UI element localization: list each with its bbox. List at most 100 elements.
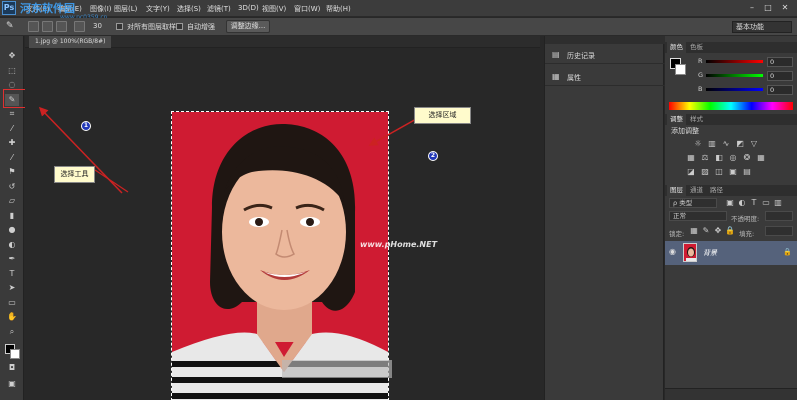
eraser-tool-icon[interactable]: ▱ (5, 195, 19, 207)
lock-transparency-icon[interactable]: ▦ (689, 226, 699, 236)
menu-window[interactable]: 窗口(W) (294, 4, 320, 14)
visibility-eye-icon[interactable]: ◉ (669, 247, 676, 256)
tab-layers[interactable]: 图层 (667, 185, 686, 196)
photo-watermark: www.pHome.NET (360, 240, 438, 249)
b-slider[interactable] (706, 88, 763, 91)
r-value-input[interactable]: 0 (767, 57, 793, 67)
menu-help[interactable]: 帮助(H) (326, 4, 351, 14)
color-balance-icon[interactable]: ⚖ (700, 153, 710, 163)
curves-icon[interactable]: ∿ (721, 139, 731, 149)
pen-tool-icon[interactable]: ✒ (5, 253, 19, 265)
g-slider[interactable] (706, 74, 763, 77)
menu-layer[interactable]: 图层(L) (114, 4, 137, 14)
lock-pixels-icon[interactable]: ✎ (701, 226, 711, 236)
photo-filter-icon[interactable]: ◎ (728, 153, 738, 163)
fill-input[interactable] (765, 226, 793, 236)
path-selection-tool-icon[interactable]: ➤ (5, 282, 19, 294)
color-lookup-icon[interactable]: ▦ (756, 153, 766, 163)
history-brush-tool-icon[interactable]: ↺ (5, 181, 19, 193)
tab-paths[interactable]: 路径 (707, 185, 726, 196)
exposure-icon[interactable]: ◩ (735, 139, 745, 149)
b-value-input[interactable]: 0 (767, 85, 793, 95)
sample-all-layers-checkbox[interactable] (116, 23, 123, 30)
layers-bottom-bar (665, 388, 797, 400)
menu-type[interactable]: 文字(Y) (146, 4, 170, 14)
menu-filter[interactable]: 滤镜(T) (207, 4, 231, 14)
callout-select-region: 选择区域 (414, 107, 471, 124)
hue-saturation-icon[interactable]: ▦ (686, 153, 696, 163)
opacity-input[interactable] (765, 211, 793, 221)
color-spectrum[interactable] (669, 102, 793, 110)
g-value-input[interactable]: 0 (767, 71, 793, 81)
crop-tool-icon[interactable]: ⌗ (5, 108, 19, 120)
history-panel-button[interactable]: ▤ 历史记录 (545, 46, 665, 64)
marquee-tool-icon[interactable]: ⬚ (5, 65, 19, 77)
gradient-tool-icon[interactable]: ▮ (5, 210, 19, 222)
dodge-tool-icon[interactable]: ◐ (5, 239, 19, 251)
panel-background-swatch[interactable] (675, 64, 686, 75)
brightness-icon[interactable]: ☼ (693, 139, 703, 149)
tab-channels[interactable]: 通道 (687, 185, 706, 196)
zoom-tool-icon[interactable]: ⌕ (5, 326, 19, 338)
brush-picker-icon[interactable] (74, 21, 85, 32)
menu-3d[interactable]: 3D(D) (238, 4, 259, 12)
add-to-selection-icon[interactable] (42, 21, 53, 32)
quick-mask-icon[interactable]: ◘ (5, 362, 19, 374)
black-white-icon[interactable]: ◧ (714, 153, 724, 163)
filter-pixel-icon[interactable]: ▣ (725, 198, 735, 208)
move-tool-icon[interactable]: ✥ (5, 50, 19, 62)
invert-icon[interactable]: ◪ (686, 167, 696, 177)
hand-tool-icon[interactable]: ✋ (5, 311, 19, 323)
channel-mixer-icon[interactable]: ❂ (742, 153, 752, 163)
filter-smart-icon[interactable]: ▥ (773, 198, 783, 208)
document-tab-bar: 1.jpg @ 100%(RGB/8#) (25, 36, 540, 48)
background-color-swatch[interactable] (10, 349, 20, 359)
tab-styles[interactable]: 样式 (687, 114, 706, 125)
menu-select[interactable]: 选择(S) (177, 4, 201, 14)
layer-kind-filter[interactable]: ρ 类型 (669, 198, 717, 208)
auto-enhance-checkbox[interactable] (176, 23, 183, 30)
threshold-icon[interactable]: ◫ (714, 167, 724, 177)
lock-all-icon[interactable]: 🔒 (725, 226, 735, 236)
fill-label: 填充: (739, 230, 755, 238)
workspace-select[interactable]: 基本功能 (732, 21, 792, 33)
healing-brush-tool-icon[interactable]: ✚ (5, 137, 19, 149)
portrait-photo[interactable] (171, 111, 389, 400)
vibrance-icon[interactable]: ▽ (749, 139, 759, 149)
posterize-icon[interactable]: ▨ (700, 167, 710, 177)
blur-tool-icon[interactable]: ● (5, 224, 19, 236)
selective-color-icon[interactable]: ▣ (728, 167, 738, 177)
layer-row-background[interactable]: ◉ 背景 🔒 (665, 241, 797, 265)
r-slider[interactable] (706, 60, 763, 63)
minimize-button[interactable]: – (746, 2, 758, 14)
shape-tool-icon[interactable]: ▭ (5, 297, 19, 309)
brush-size-value[interactable]: 30 (93, 22, 102, 30)
maximize-button[interactable]: □ (762, 2, 774, 14)
refine-edge-button[interactable]: 调整边缘... (226, 20, 270, 33)
document-tab[interactable]: 1.jpg @ 100%(RGB/8#) (29, 36, 111, 48)
subtract-from-selection-icon[interactable] (56, 21, 67, 32)
menu-view[interactable]: 视图(V) (262, 4, 286, 14)
opacity-label: 不透明度: (731, 215, 760, 223)
clone-stamp-tool-icon[interactable]: ⚑ (5, 166, 19, 178)
blend-mode-select[interactable]: 正常 (669, 211, 727, 221)
tab-color[interactable]: 颜色 (667, 42, 686, 53)
eyedropper-tool-icon[interactable]: ⁄ (5, 123, 19, 135)
menu-image[interactable]: 图像(I) (90, 4, 112, 14)
type-tool-icon[interactable]: T (5, 268, 19, 280)
gradient-map-icon[interactable]: ▤ (742, 167, 752, 177)
levels-icon[interactable]: ▥ (707, 139, 717, 149)
screen-mode-icon[interactable]: ▣ (5, 378, 19, 390)
new-selection-icon[interactable] (28, 21, 39, 32)
filter-type-icon[interactable]: T (749, 198, 759, 208)
close-button[interactable]: ✕ (779, 2, 791, 14)
tab-adjustments[interactable]: 调整 (667, 114, 686, 125)
lock-position-icon[interactable]: ✥ (713, 226, 723, 236)
properties-panel-button[interactable]: ▦ 属性 (545, 68, 665, 86)
quick-selection-icon[interactable]: ✎ (6, 21, 20, 33)
tab-swatches[interactable]: 色板 (687, 42, 706, 53)
brush-tool-icon[interactable]: ⁄ (5, 152, 19, 164)
photoshop-logo: Ps (2, 1, 16, 15)
filter-adjustment-icon[interactable]: ◐ (737, 198, 747, 208)
filter-shape-icon[interactable]: ▭ (761, 198, 771, 208)
